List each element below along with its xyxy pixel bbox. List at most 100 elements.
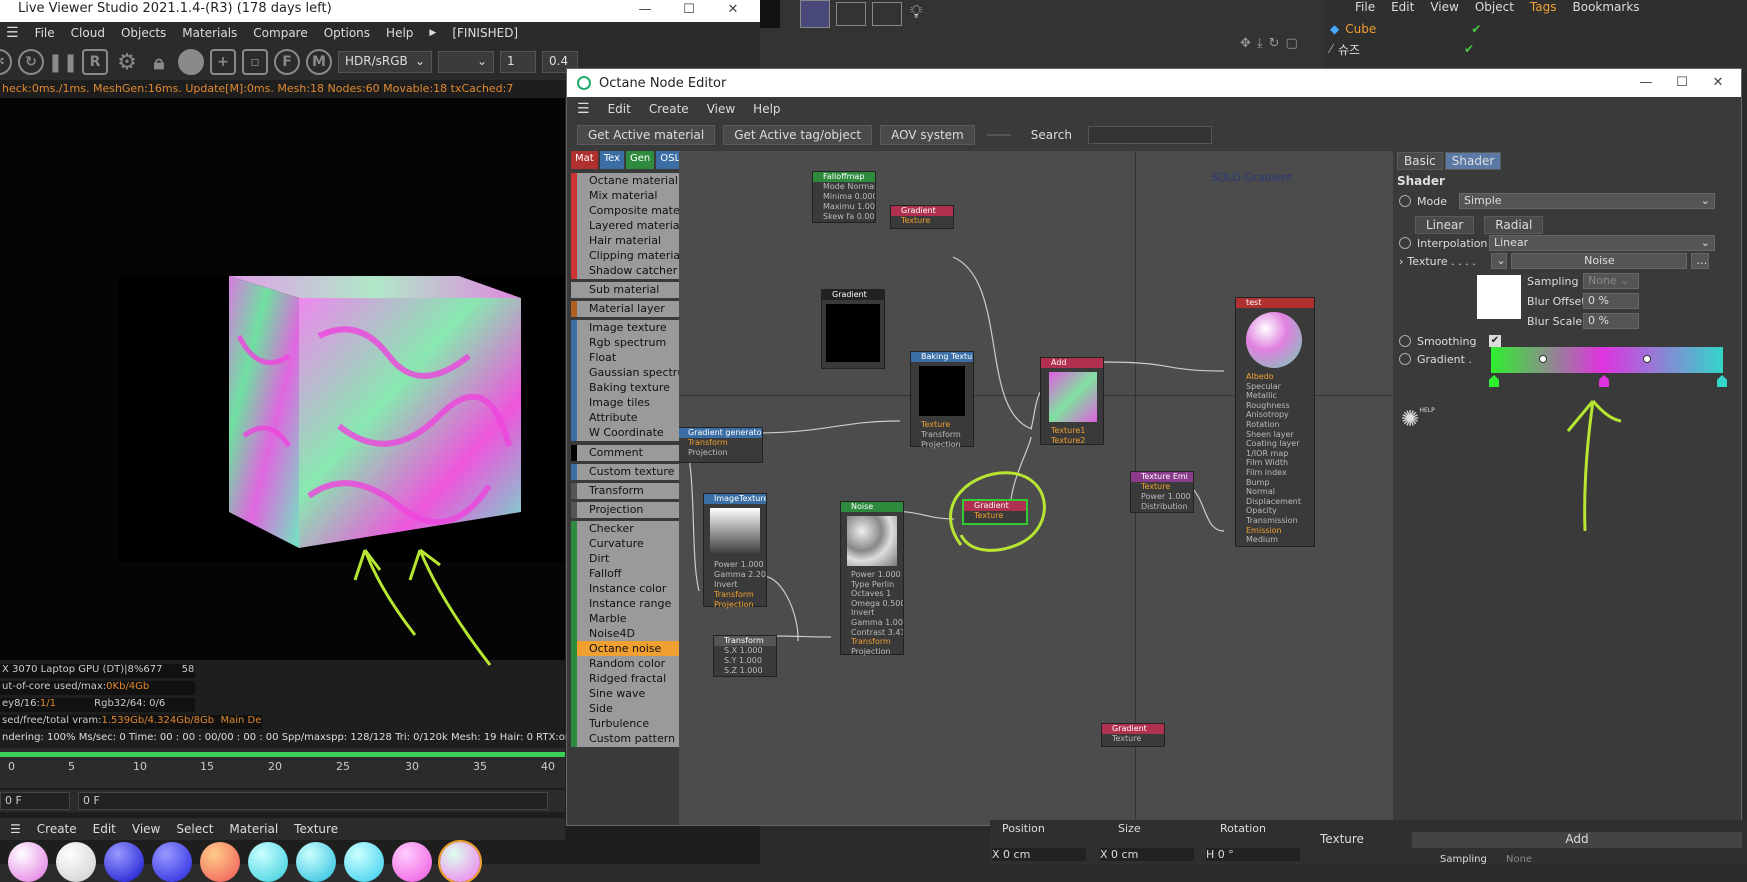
tab-basic[interactable]: Basic bbox=[1397, 152, 1443, 170]
check-icon[interactable]: ✔ bbox=[1471, 22, 1481, 36]
mat-menu-texture[interactable]: Texture bbox=[294, 822, 338, 836]
node-port[interactable]: Texture bbox=[1102, 734, 1164, 744]
get-active-material-button[interactable]: Get Active material bbox=[577, 125, 716, 145]
node-list-item[interactable]: Side bbox=[571, 701, 679, 717]
node-list-item[interactable]: Instance range bbox=[571, 596, 679, 612]
tool-icon-selected[interactable] bbox=[800, 0, 830, 28]
pause-icon[interactable]: ❚❚ bbox=[48, 49, 78, 75]
minimize-icon[interactable]: — bbox=[624, 0, 666, 22]
frame-start-field[interactable]: 0 F bbox=[0, 792, 70, 810]
node-gradient-preview[interactable]: Gradient bbox=[821, 289, 885, 369]
radial-button[interactable]: Radial bbox=[1484, 216, 1544, 234]
material-port[interactable]: Transmission bbox=[1236, 516, 1314, 526]
node-noise[interactable]: Noise Power 1.000 Type Perlin Octaves 1 Ome… bbox=[840, 501, 904, 656]
camera-icon[interactable] bbox=[872, 2, 902, 26]
node-list-item[interactable]: Shadow catcher ma bbox=[571, 263, 679, 279]
check-icon[interactable]: ✔ bbox=[1464, 42, 1474, 56]
node-list-item[interactable]: Float bbox=[571, 350, 679, 366]
material-port[interactable]: 1/IOR map bbox=[1236, 449, 1314, 459]
material-swatch-selected[interactable] bbox=[438, 840, 482, 882]
search-input[interactable] bbox=[1087, 126, 1212, 144]
interp-select[interactable]: Linear ⌄ bbox=[1489, 235, 1715, 251]
refresh-icon[interactable]: ↻ bbox=[18, 49, 44, 75]
material-port[interactable]: Roughness bbox=[1236, 401, 1314, 411]
node-list-item[interactable]: Instance color bbox=[571, 581, 679, 597]
menu-materials[interactable]: Materials bbox=[182, 26, 237, 40]
material-port[interactable]: Normal bbox=[1236, 487, 1314, 497]
size-x-field[interactable]: X 0 cm bbox=[1100, 848, 1194, 861]
smoothing-checkbox[interactable]: ✔ bbox=[1489, 335, 1501, 347]
position-x-field[interactable]: X 0 cm bbox=[992, 848, 1086, 861]
category-tab[interactable]: Tex bbox=[599, 151, 624, 169]
menu-icon-2[interactable]: ☰ bbox=[10, 822, 21, 836]
gradient-ramp[interactable] bbox=[1491, 347, 1723, 373]
noise-port[interactable]: Octaves 1 bbox=[841, 589, 903, 599]
node-list-item[interactable]: Mix material bbox=[571, 188, 679, 204]
node-baking-texture[interactable]: Baking Texture Texture Transform Project… bbox=[910, 351, 974, 449]
node-list-item[interactable]: Transform bbox=[571, 483, 679, 499]
obj-menu-edit[interactable]: Edit bbox=[1391, 0, 1414, 14]
node-add[interactable]: Add Texture1 Texture2 bbox=[1040, 357, 1104, 445]
node-list-item[interactable]: Ridged fractal bbox=[571, 671, 679, 687]
spin-one[interactable]: 1 bbox=[500, 51, 536, 73]
node-texture-emission[interactable]: Texture Emi Texture Power 1.000 Distribu… bbox=[1130, 471, 1194, 513]
material-port[interactable]: Medium bbox=[1236, 535, 1314, 545]
node-port[interactable]: Projection bbox=[704, 600, 766, 610]
node-list-item[interactable]: W Coordinate bbox=[571, 425, 679, 441]
sphere-icon[interactable] bbox=[178, 49, 204, 75]
material-port[interactable]: Coating layer bbox=[1236, 439, 1314, 449]
node-list-item[interactable]: Marble bbox=[571, 611, 679, 627]
menu-icon[interactable]: ☰ bbox=[577, 101, 590, 117]
gradient-knot[interactable] bbox=[1489, 375, 1499, 387]
menu-objects[interactable]: Objects bbox=[121, 26, 166, 40]
material-port[interactable]: Emission bbox=[1236, 526, 1314, 536]
node-falloffmap[interactable]: Falloffmap Mode Normal.. Minima 0.000 Ma… bbox=[812, 171, 876, 223]
node-port[interactable]: Transform bbox=[704, 590, 766, 600]
mat-menu-edit[interactable]: Edit bbox=[93, 822, 116, 836]
noise-port[interactable]: Type Perlin bbox=[841, 580, 903, 590]
node-image-texture[interactable]: ImageTexture Power 1.000 Gamma 2.200 Inv… bbox=[703, 493, 767, 610]
node-list-item[interactable]: Octane material bbox=[571, 173, 679, 189]
node-list-item[interactable]: Material layer bbox=[571, 301, 679, 317]
material-port[interactable]: Opacity bbox=[1236, 506, 1314, 516]
noise-port[interactable]: Invert bbox=[841, 608, 903, 618]
material-port[interactable]: Bump bbox=[1236, 478, 1314, 488]
channel-select[interactable]: ⌄ bbox=[438, 51, 494, 73]
noise-port[interactable]: Contrast 3.415 bbox=[841, 628, 903, 638]
material-picker-icon[interactable]: M bbox=[306, 49, 332, 75]
obj-menu-view[interactable]: View bbox=[1430, 0, 1458, 14]
node-port[interactable]: Distribution bbox=[1131, 502, 1193, 512]
viewport-nav-icons[interactable]: ✥⤓↻▢ bbox=[1240, 36, 1304, 51]
node-gradient-3[interactable]: Gradient Texture bbox=[1101, 723, 1165, 747]
radio-icon[interactable] bbox=[1399, 335, 1411, 347]
node-list-item[interactable]: Dirt bbox=[571, 551, 679, 567]
material-port[interactable]: Film Width bbox=[1236, 458, 1314, 468]
node-gradient-generator[interactable]: Gradient generator Transform Projection bbox=[679, 427, 763, 463]
ne-menu-create[interactable]: Create bbox=[649, 102, 689, 116]
arrow-icon[interactable] bbox=[760, 0, 780, 28]
gradient-midpoint[interactable] bbox=[1643, 355, 1651, 363]
material-port[interactable]: Sheen layer bbox=[1236, 430, 1314, 440]
node-list-item[interactable]: Baking texture bbox=[571, 380, 679, 396]
texture-dropdown[interactable]: ⌄ bbox=[1491, 253, 1508, 269]
node-port[interactable]: Texture2 bbox=[1041, 436, 1103, 446]
node-port[interactable]: Texture bbox=[1131, 482, 1193, 492]
sampling-select[interactable]: None ⌄ bbox=[1583, 273, 1639, 289]
menu-options[interactable]: Options bbox=[324, 26, 370, 40]
node-list-item[interactable]: Falloff bbox=[571, 566, 679, 582]
node-port[interactable]: Texture bbox=[911, 420, 973, 430]
node-list-item[interactable]: Gaussian spectrum bbox=[571, 365, 679, 381]
noise-port[interactable]: Transform bbox=[841, 637, 903, 647]
menu-cloud[interactable]: Cloud bbox=[71, 26, 105, 40]
node-list-item[interactable]: Random color bbox=[571, 656, 679, 672]
menu-file[interactable]: File bbox=[35, 26, 55, 40]
material-swatch[interactable] bbox=[392, 842, 432, 882]
node-list-item[interactable]: Custom pattern bbox=[571, 731, 679, 747]
node-list-item[interactable]: Noise4D bbox=[571, 626, 679, 642]
settings-gear-icon[interactable]: ⚙ bbox=[114, 49, 140, 75]
ne-menu-edit[interactable]: Edit bbox=[608, 102, 631, 116]
node-canvas[interactable]: SOLO:Gradient Falloffmap Mode Normal.. M… bbox=[679, 151, 1393, 825]
node-test-material[interactable]: test Albedo Specular Metallic Roughness Anis… bbox=[1235, 297, 1315, 547]
material-swatch[interactable] bbox=[344, 842, 384, 882]
object-row-2[interactable]: ⁄ 슈즈 ✔ bbox=[1330, 40, 1740, 58]
